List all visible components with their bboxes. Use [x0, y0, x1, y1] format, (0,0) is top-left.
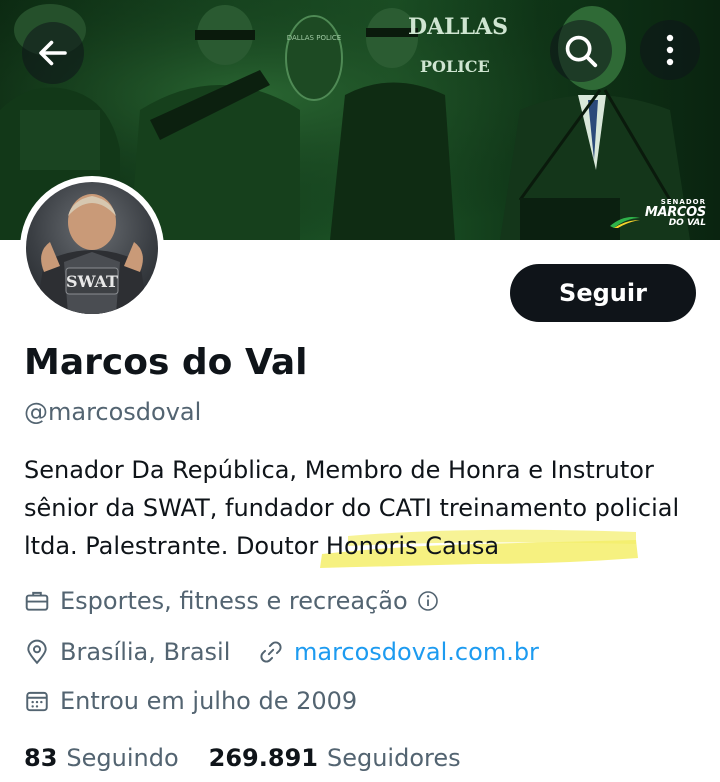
- more-vertical-icon: [666, 34, 674, 66]
- banner-police-text-1: DALLAS: [408, 14, 508, 40]
- location-text: Brasília, Brasil: [60, 638, 231, 666]
- calendar-icon: [26, 691, 48, 712]
- website-link[interactable]: marcosdoval.com.br: [294, 638, 539, 666]
- category-text: Esportes, fitness e recreação: [60, 587, 408, 615]
- briefcase-icon: [25, 591, 49, 611]
- avatar-photo: SWAT: [36, 194, 148, 314]
- avatar-image: SWAT: [26, 182, 158, 314]
- avatar-swat-text: SWAT: [66, 272, 118, 291]
- brazil-swoosh-icon: [610, 217, 640, 228]
- profile-category: Esportes, fitness e recreação: [24, 587, 440, 615]
- banner-logo: SENADOR MARCOS DO VAL: [610, 198, 706, 228]
- profile-bio: Senador Da República, Membro de Honra e …: [24, 451, 704, 565]
- profile-handle: @marcosdoval: [24, 398, 202, 426]
- location-pin-icon: [27, 639, 47, 665]
- search-icon: [565, 35, 598, 68]
- profile-website[interactable]: marcosdoval.com.br: [258, 638, 539, 666]
- following-stat[interactable]: 83 Seguindo: [24, 744, 179, 772]
- followers-stat[interactable]: 269.891 Seguidores: [209, 744, 461, 772]
- more-options-button[interactable]: [640, 20, 700, 80]
- info-icon[interactable]: [416, 589, 440, 613]
- join-date-text: Entrou em julho de 2009: [60, 687, 358, 715]
- profile-avatar[interactable]: SWAT: [20, 176, 164, 320]
- followers-label: Seguidores: [326, 744, 461, 772]
- following-label: Seguindo: [66, 744, 179, 772]
- link-icon: [260, 641, 282, 663]
- banner-police-text-2: POLICE: [420, 57, 490, 76]
- bio-highlighted-text: . Doutor Honoris Causa: [220, 532, 500, 560]
- badge-text: DALLAS POLICE: [287, 34, 341, 42]
- followers-count: 269.891: [208, 744, 318, 772]
- profile-location: Brasília, Brasil: [24, 638, 230, 666]
- search-button[interactable]: [550, 20, 612, 82]
- profile-join-date: Entrou em julho de 2009: [24, 687, 357, 715]
- follow-button[interactable]: Seguir: [510, 264, 696, 322]
- arrow-left-icon: [39, 40, 67, 66]
- following-count: 83: [24, 744, 58, 772]
- profile-stats: 83 Seguindo 269.891 Seguidores: [24, 744, 491, 772]
- back-button[interactable]: [22, 22, 84, 84]
- profile-name: Marcos do Val: [24, 342, 308, 383]
